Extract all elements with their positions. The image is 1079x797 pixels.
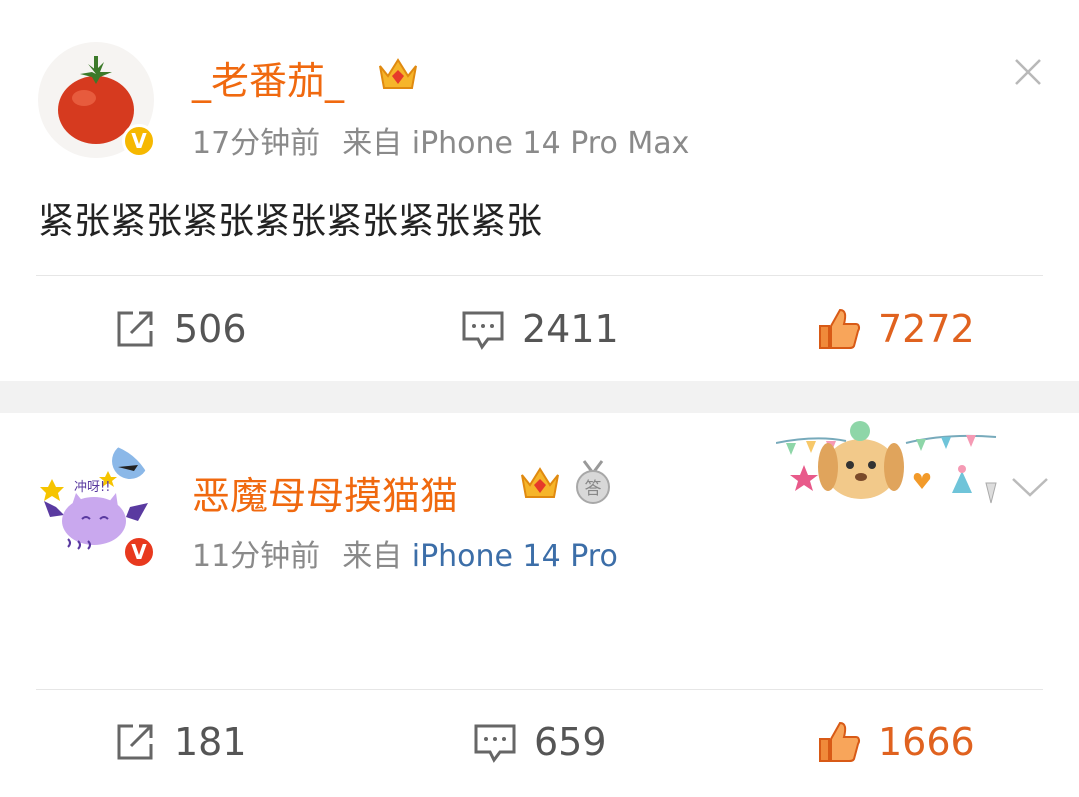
thumbs-up-icon xyxy=(816,306,862,352)
comment-count: 2411 xyxy=(522,307,619,351)
thumbs-up-icon xyxy=(816,719,862,765)
answer-medal-icon[interactable]: 答 xyxy=(574,459,612,509)
username[interactable]: 恶魔母母摸猫猫 xyxy=(192,465,458,520)
device-source: iPhone 14 Pro Max xyxy=(411,126,690,161)
verified-badge-icon: V xyxy=(122,124,156,158)
like-button[interactable]: 7272 xyxy=(816,306,975,352)
comment-icon xyxy=(472,719,518,765)
repost-button[interactable]: 181 xyxy=(112,719,247,765)
repost-button[interactable]: 506 xyxy=(112,306,247,352)
post-text: 紧张紧张紧张紧张紧张紧张紧张 xyxy=(38,201,543,242)
avatar-sticker-text: 冲呀!! xyxy=(74,480,110,495)
more-options-button[interactable] xyxy=(1008,465,1052,509)
post-card: V _老番茄_ 17分钟前 来自 iPhone 14 Pro Max 紧张紧张紧张… xyxy=(0,0,1079,381)
like-count: 1666 xyxy=(878,720,975,764)
close-icon xyxy=(1015,59,1041,85)
crown-vip-icon[interactable] xyxy=(376,54,420,98)
close-button[interactable] xyxy=(1006,50,1050,94)
source-prefix: 来自 xyxy=(342,539,403,574)
post-time: 11分钟前 xyxy=(192,539,321,574)
post-card: 冲呀!! V 恶魔母母摸猫猫 答 11分钟前 来自 iPhone 14 Pro … xyxy=(0,413,1079,797)
repost-icon xyxy=(112,719,158,765)
comment-button[interactable]: 659 xyxy=(472,719,607,765)
like-button[interactable]: 1666 xyxy=(816,719,975,765)
medal-char: 答 xyxy=(585,479,602,499)
post-time: 17分钟前 xyxy=(192,126,321,161)
comment-icon xyxy=(460,306,506,352)
comment-count: 659 xyxy=(534,720,607,764)
repost-icon xyxy=(112,306,158,352)
crown-vip-icon[interactable] xyxy=(518,463,562,507)
repost-count: 181 xyxy=(174,720,247,764)
like-count: 7272 xyxy=(878,307,975,351)
username[interactable]: _老番茄_ xyxy=(192,50,344,105)
repost-count: 506 xyxy=(174,307,247,351)
comment-button[interactable]: 2411 xyxy=(460,306,619,352)
divider xyxy=(36,689,1043,690)
post-meta: 17分钟前 来自 iPhone 14 Pro Max xyxy=(192,118,689,162)
source-prefix: 来自 xyxy=(342,126,403,161)
post-meta: 11分钟前 来自 iPhone 14 Pro xyxy=(192,531,618,575)
divider xyxy=(36,275,1043,276)
party-decoration-icon xyxy=(775,413,1006,517)
verified-badge-icon: V xyxy=(122,535,156,569)
chevron-down-icon xyxy=(1012,478,1048,497)
device-source-link[interactable]: iPhone 14 Pro xyxy=(412,539,618,574)
